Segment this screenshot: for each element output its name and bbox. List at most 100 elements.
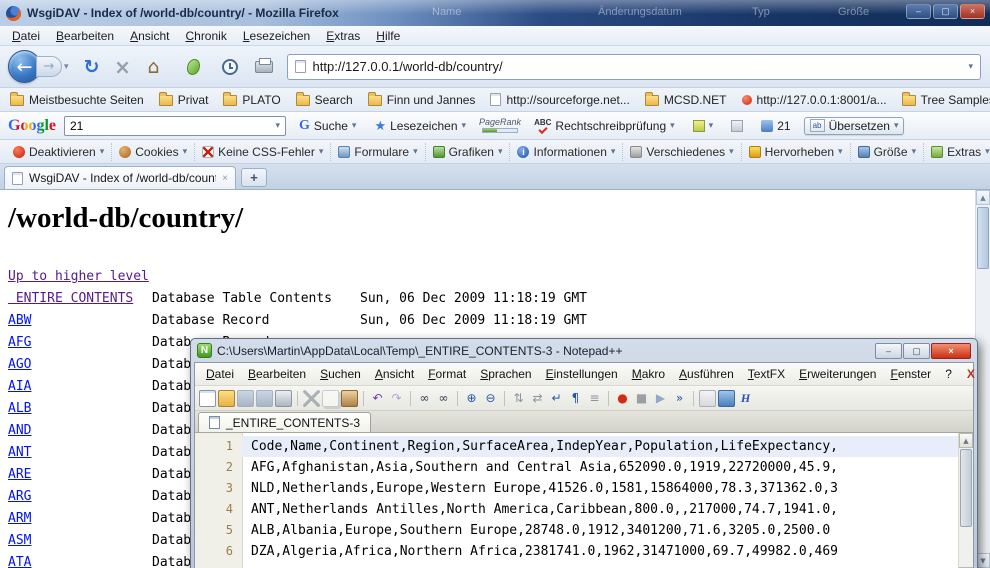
line-text[interactable]: DZA,Algeria,Africa,Northern Africa,23817… — [242, 541, 958, 562]
line-text[interactable]: NLD,Netherlands,Europe,Western Europe,41… — [242, 478, 958, 499]
entry-link-abw[interactable]: ABW — [8, 310, 31, 332]
bookmarks-dropdown-icon[interactable]: ▾ — [462, 120, 467, 131]
undo-icon[interactable]: ↶ — [369, 390, 386, 407]
npp-menu-textfx[interactable]: TextFX — [741, 365, 792, 383]
bookmark-sourceforge[interactable]: http://sourceforge.net... — [490, 93, 629, 107]
npp-menu-ausfuehren[interactable]: Ausführen — [672, 365, 741, 383]
translate-dropdown-icon[interactable]: ▾ — [894, 120, 899, 131]
menu-hilfe[interactable]: Hilfe — [368, 27, 408, 45]
entry-link-arm[interactable]: ARM — [8, 508, 31, 530]
function-list-icon[interactable] — [718, 390, 735, 407]
minimize-button[interactable]: – — [906, 4, 931, 19]
save-all-icon[interactable] — [256, 390, 273, 407]
maximize-button[interactable]: ▢ — [903, 343, 930, 359]
bookmark-privat[interactable]: Privat — [159, 93, 209, 107]
dropdown-icon[interactable]: ▾ — [729, 146, 734, 157]
translate-button[interactable]: ab Übersetzen ▾ — [804, 117, 905, 135]
play-macro-icon[interactable]: ▶ — [652, 390, 669, 407]
npp-menu-close-icon[interactable]: X — [959, 367, 983, 381]
pagerank-widget[interactable]: PageRank — [479, 118, 521, 133]
reload-button[interactable]: ↻ — [79, 54, 105, 80]
menu-datei[interactable]: Datei — [4, 27, 48, 45]
bookmark-plato[interactable]: PLATO — [223, 93, 280, 107]
dropdown-icon[interactable]: ▾ — [183, 146, 188, 157]
npp-menu-sprachen[interactable]: Sprachen — [473, 365, 538, 383]
bookmark-localhost-8001[interactable]: http://127.0.0.1:8001/a... — [742, 93, 887, 107]
menu-extras[interactable]: Extras — [318, 27, 368, 45]
dropdown-icon[interactable]: ▾ — [912, 146, 917, 157]
scroll-up-icon[interactable]: ▲ — [959, 433, 973, 448]
show-all-characters-icon[interactable]: ¶ — [567, 390, 584, 407]
save-icon[interactable] — [237, 390, 254, 407]
webdev-cookies[interactable]: Cookies▾ — [112, 143, 195, 161]
menu-bearbeiten[interactable]: Bearbeiten — [48, 27, 122, 45]
dropdown-icon[interactable]: ▾ — [319, 146, 324, 157]
bookmark-most-visited[interactable]: Meistbesuchte Seiten — [10, 93, 144, 107]
notepadpp-titlebar[interactable]: N C:\Users\Martin\AppData\Local\Temp\_EN… — [194, 339, 974, 362]
webdev-deaktivieren[interactable]: Deaktivieren▾ — [6, 143, 112, 161]
feed-button[interactable] — [181, 54, 207, 80]
npp-menu-makro[interactable]: Makro — [625, 365, 672, 383]
counter-widget[interactable]: 21 — [756, 118, 795, 134]
close-button[interactable]: × — [931, 343, 971, 359]
up-to-higher-level-link[interactable]: Up to higher level — [8, 269, 149, 284]
entry-link-ant[interactable]: ANT — [8, 442, 31, 464]
webdev-groesse[interactable]: Größe▾ — [851, 143, 925, 161]
doc-map-icon[interactable] — [699, 390, 716, 407]
npp-menu-einstellungen[interactable]: Einstellungen — [539, 365, 625, 383]
zoom-in-icon[interactable]: ⊕ — [463, 390, 480, 407]
address-dropdown-icon[interactable]: ▾ — [968, 61, 973, 72]
scrollbar-thumb[interactable] — [977, 207, 989, 269]
stop-button[interactable]: × — [110, 54, 136, 80]
print-button[interactable] — [251, 54, 277, 80]
webdev-informationen[interactable]: iInformationen▾ — [510, 143, 623, 161]
redo-icon[interactable]: ↷ — [388, 390, 405, 407]
autofill-dropdown-icon[interactable]: ▾ — [709, 120, 714, 131]
npp-menu-fenster[interactable]: Fenster — [883, 365, 938, 383]
npp-menu-suchen[interactable]: Suchen — [313, 365, 368, 383]
replace-icon[interactable]: ∞ — [435, 390, 452, 407]
history-dropdown[interactable]: ▾ — [64, 61, 69, 72]
address-text[interactable]: http://127.0.0.1/world-db/country/ — [313, 59, 962, 74]
run-macro-multiple-icon[interactable]: » — [671, 390, 688, 407]
editor-area[interactable]: 1Code,Name,Continent,Region,SurfaceArea,… — [195, 433, 973, 568]
home-button[interactable]: ⌂ — [141, 54, 167, 80]
google-search-value[interactable]: 21 — [70, 119, 270, 133]
webdev-extras[interactable]: Extras▾ — [924, 143, 990, 161]
bookmark-search[interactable]: Search — [296, 93, 353, 107]
editor-scrollbar[interactable]: ▲ ▼ — [958, 433, 973, 568]
webdev-hervorheben[interactable]: Hervorheben▾ — [742, 143, 851, 161]
paste-icon[interactable] — [341, 390, 358, 407]
copy-icon[interactable] — [322, 390, 339, 407]
spellcheck-dropdown-icon[interactable]: ▾ — [670, 120, 675, 131]
tab-close-icon[interactable]: × — [222, 173, 228, 184]
menu-chronik[interactable]: Chronik — [177, 27, 234, 45]
webdev-css-fehler[interactable]: Keine CSS-Fehler▾ — [195, 143, 331, 161]
entry-link-entire-contents[interactable]: ENTIRE CONTENTS — [8, 288, 133, 310]
bookmark-tree-samples[interactable]: Tree Samples — [902, 93, 990, 107]
print-icon[interactable] — [275, 390, 292, 407]
new-file-icon[interactable] — [199, 390, 216, 407]
dropdown-icon[interactable]: ▾ — [498, 146, 503, 157]
dropdown-icon[interactable]: ▾ — [838, 146, 843, 157]
line-text[interactable]: ALB,Albania,Europe,Southern Europe,28748… — [242, 520, 958, 541]
webdev-verschiedenes[interactable]: Verschiedenes▾ — [623, 143, 741, 161]
npp-menu-erweiterungen[interactable]: Erweiterungen — [792, 365, 883, 383]
google-bookmarks-button[interactable]: ★ Lesezeichen ▾ — [369, 117, 471, 135]
cut-icon[interactable] — [303, 390, 320, 407]
bookmark-mcsd[interactable]: MCSD.NET — [645, 93, 727, 107]
webdev-formulare[interactable]: Formulare▾ — [331, 143, 425, 161]
sync-scroll-vertical-icon[interactable]: ⇅ — [510, 390, 527, 407]
entry-link-afg[interactable]: AFG — [8, 332, 31, 354]
hex-editor-icon[interactable]: H — [737, 390, 754, 407]
marker-button[interactable] — [726, 119, 748, 133]
open-icon[interactable] — [218, 390, 235, 407]
tab-wsgidav[interactable]: WsgiDAV - Index of /world-db/count... × — [4, 166, 236, 189]
entry-link-and[interactable]: AND — [8, 420, 31, 442]
dropdown-icon[interactable]: ▾ — [100, 146, 105, 157]
line-text[interactable]: AFG,Afghanistan,Asia,Southern and Centra… — [242, 457, 958, 478]
dropdown-icon[interactable]: ▾ — [985, 146, 990, 157]
spellcheck-button[interactable]: ABC Rechtschreibprüfung ▾ — [529, 118, 680, 134]
scroll-down-icon[interactable]: ▼ — [976, 553, 990, 568]
new-tab-button[interactable]: + — [241, 168, 267, 187]
